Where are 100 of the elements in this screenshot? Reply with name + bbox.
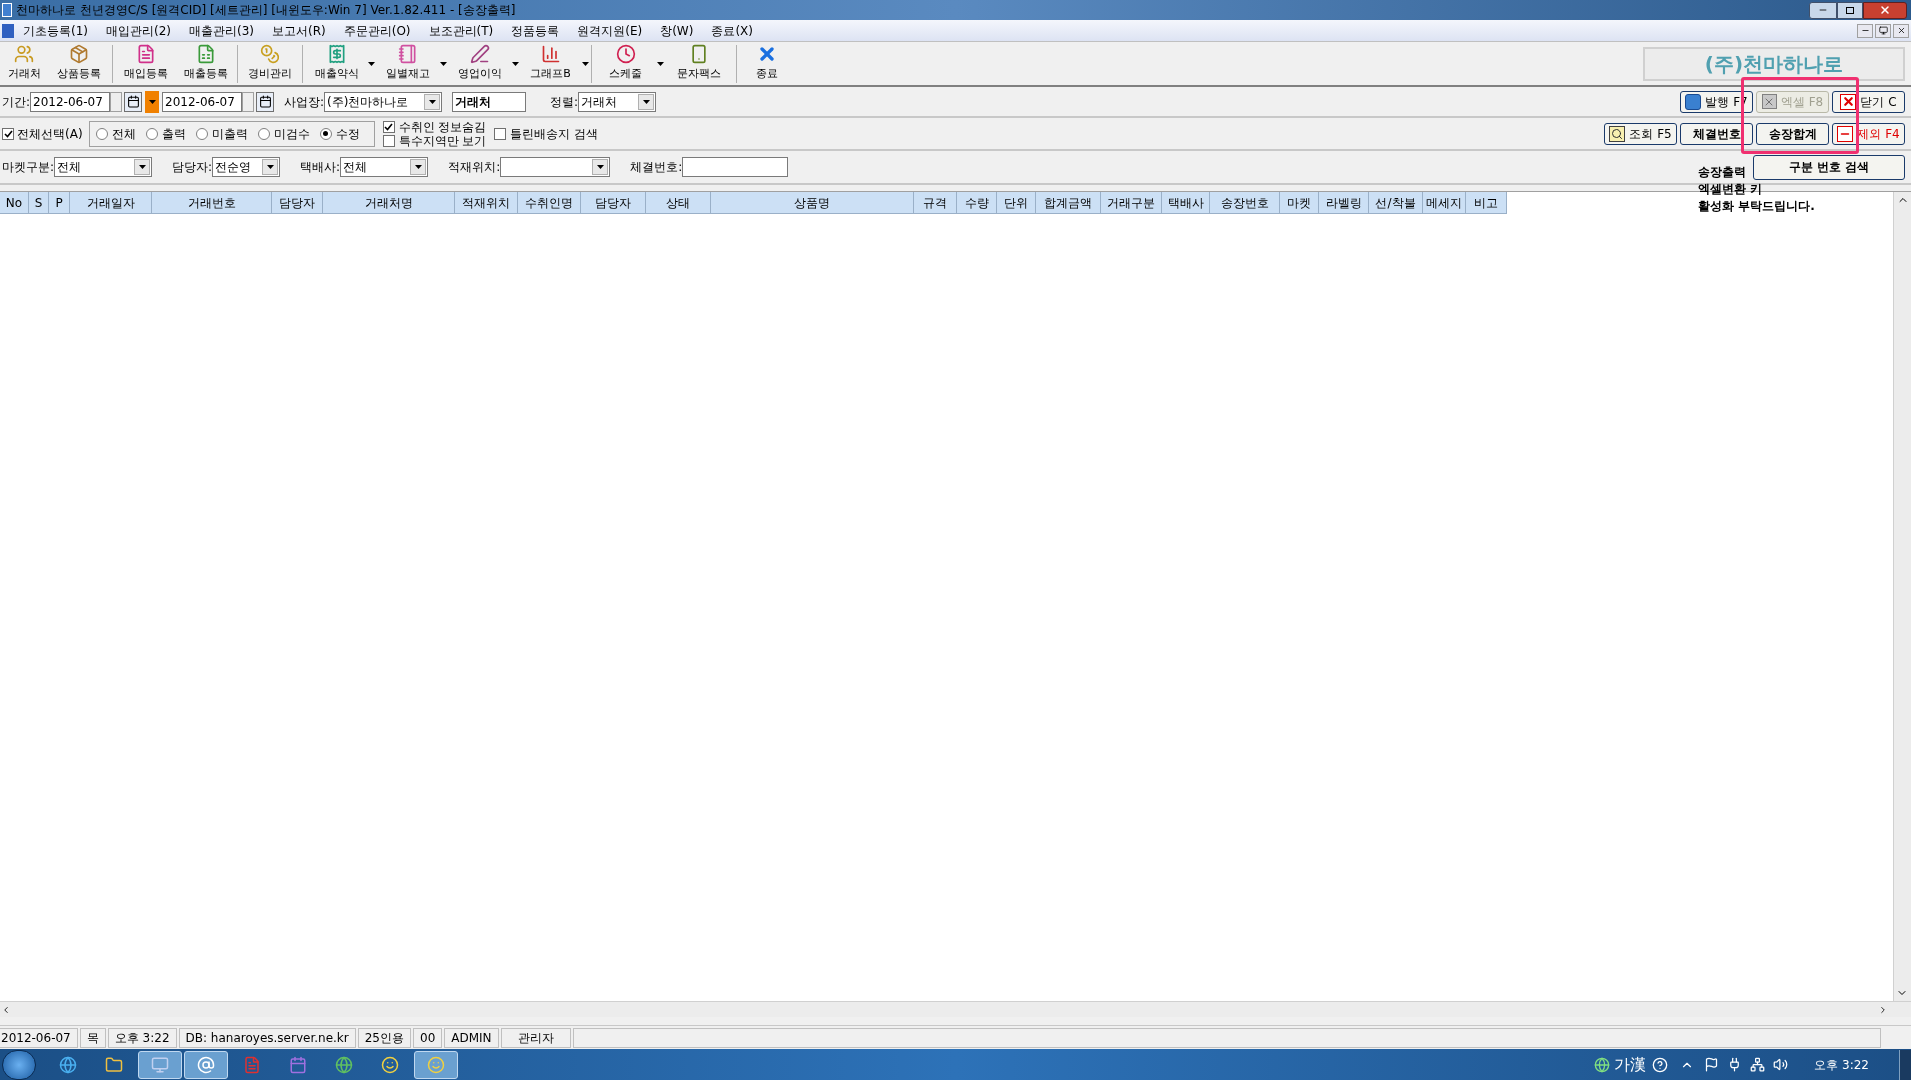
column-header[interactable]: 담당자 <box>581 192 646 214</box>
checkbox[interactable] <box>382 120 395 133</box>
app-menu-icon[interactable] <box>2 23 14 38</box>
radio-button[interactable] <box>145 127 158 140</box>
radio-button[interactable] <box>195 127 208 140</box>
menu-item[interactable]: 창(W) <box>651 21 703 40</box>
date-field[interactable]: 2012-06-07 <box>30 91 111 112</box>
taskbar-button[interactable] <box>414 1050 458 1079</box>
toolbar-button[interactable]: 닫기 C <box>1832 90 1905 113</box>
show-desktop-button[interactable] <box>1899 1049 1911 1080</box>
column-header[interactable]: 메세지 <box>1423 192 1466 214</box>
start-button[interactable] <box>2 1049 36 1080</box>
calendar-icon[interactable] <box>124 91 143 112</box>
radio-button[interactable] <box>319 127 332 140</box>
column-header[interactable]: 송장번호 <box>1210 192 1280 214</box>
column-header[interactable]: 합계금액 <box>1036 192 1101 214</box>
workplace-select[interactable]: (주)천마하나로 <box>324 91 443 112</box>
network-icon[interactable] <box>1750 1057 1766 1072</box>
search-button[interactable]: 구분 번호 검색 <box>1753 154 1905 180</box>
filter-select[interactable]: 전체 <box>340 157 429 177</box>
scroll-right-icon[interactable] <box>1878 1004 1888 1015</box>
column-header[interactable]: 선/착불 <box>1369 192 1423 214</box>
column-header[interactable]: 담당자 <box>272 192 323 214</box>
column-header[interactable]: 거래처명 <box>323 192 455 214</box>
column-header[interactable]: 수량 <box>957 192 997 214</box>
radio-button[interactable] <box>95 127 108 140</box>
toolbar-button[interactable]: 그래프B <box>519 41 589 86</box>
column-header[interactable]: 거래일자 <box>70 192 152 214</box>
vertical-scrollbar[interactable] <box>1893 192 1911 1001</box>
column-header[interactable]: 거래번호 <box>152 192 272 214</box>
column-header[interactable]: 비고 <box>1466 192 1507 214</box>
menu-item[interactable]: 종료(X) <box>702 21 762 40</box>
column-header[interactable]: 수취인명 <box>518 192 581 214</box>
calendar-icon[interactable] <box>256 91 275 112</box>
column-header[interactable]: 마켓 <box>1280 192 1319 214</box>
toolbar-button[interactable]: 조회 F5 <box>1604 122 1677 145</box>
child-close-button[interactable] <box>1893 23 1909 38</box>
ime-indicator[interactable]: 가漢 <box>1614 1052 1647 1077</box>
toolbar-button[interactable]: 영업이익 <box>447 41 519 86</box>
toolbar-button[interactable]: 종료 <box>739 41 795 86</box>
filter-select[interactable]: 전순영 <box>212 157 281 177</box>
child-restore-button[interactable] <box>1875 23 1891 38</box>
radio-label: 미출력 <box>211 125 248 143</box>
column-header[interactable]: No <box>0 192 29 214</box>
toolbar-button[interactable]: 일별재고 <box>375 41 447 86</box>
globe-icon[interactable] <box>1594 1056 1611 1073</box>
toolbar-button[interactable]: 경비관리 <box>240 41 300 86</box>
menu-item[interactable]: 보고서(R) <box>263 21 335 40</box>
child-minimize-button[interactable] <box>1857 23 1873 38</box>
filter-select[interactable]: 전체 <box>54 157 153 177</box>
select-all-checkbox[interactable] <box>2 127 14 140</box>
taskbar-button[interactable] <box>138 1050 182 1079</box>
checkbox[interactable] <box>382 134 395 147</box>
column-header[interactable]: 규격 <box>914 192 957 214</box>
column-header[interactable]: P <box>49 192 70 214</box>
column-header[interactable]: 단위 <box>997 192 1036 214</box>
scroll-left-icon[interactable] <box>1 1004 11 1015</box>
maximize-button[interactable] <box>1837 1 1863 19</box>
toolbar-button[interactable]: 스케줄 <box>594 41 664 86</box>
menu-item[interactable]: 매출관리(3) <box>180 21 263 40</box>
action-button[interactable]: 송장합계 <box>1756 122 1829 145</box>
minimize-button[interactable] <box>1809 1 1837 19</box>
toolbar-button[interactable]: 제외 F4 <box>1832 122 1905 145</box>
toolbar-button[interactable]: 상품등록 <box>48 41 110 86</box>
date-field[interactable]: 2012-06-07 <box>162 91 243 112</box>
menu-item[interactable]: 원격지원(E) <box>568 21 652 40</box>
toolbar-button[interactable]: 매출등록 <box>177 41 235 86</box>
action-button[interactable]: 체결번호 <box>1680 122 1753 145</box>
radio-button[interactable] <box>257 127 270 140</box>
taskbar-button[interactable] <box>184 1050 228 1079</box>
toolbar-button[interactable]: 매출약식 <box>305 41 375 86</box>
partner-field[interactable]: 거래처 <box>452 91 527 112</box>
column-header[interactable]: 상태 <box>646 192 711 214</box>
cube-icon <box>1685 93 1702 110</box>
toolbar-button[interactable]: 매입등록 <box>115 41 177 86</box>
column-header[interactable]: 라벨링 <box>1319 192 1369 214</box>
horizontal-scrollbar[interactable] <box>0 1001 1911 1017</box>
document-icon <box>136 44 156 65</box>
checkbox[interactable] <box>494 127 507 140</box>
column-header[interactable]: S <box>29 192 49 214</box>
toolbar-button[interactable]: 문자팩스 <box>664 41 734 86</box>
bar-chart-icon <box>540 44 561 65</box>
sort-select[interactable]: 거래처 <box>578 91 657 112</box>
help-icon[interactable] <box>1652 1056 1669 1073</box>
flag-icon[interactable] <box>1704 1057 1720 1072</box>
speaker-icon[interactable] <box>1773 1057 1789 1072</box>
column-header[interactable]: 적재위치 <box>455 192 518 214</box>
column-header[interactable]: 택배사 <box>1162 192 1210 214</box>
column-header[interactable]: 거래구분 <box>1101 192 1162 214</box>
menu-item[interactable]: 기초등록(1) <box>14 21 97 40</box>
toolbar-button[interactable]: 거래처 <box>0 41 48 86</box>
input-field[interactable] <box>682 157 789 177</box>
column-header[interactable]: 상품명 <box>711 192 914 214</box>
clock[interactable]: 오후 3:22 <box>1814 1055 1869 1074</box>
menu-item[interactable]: 보조관리(T) <box>419 21 503 40</box>
menu-item[interactable]: 매입관리(2) <box>97 21 180 40</box>
menu-item[interactable]: 정품등록 <box>502 21 569 40</box>
close-button[interactable] <box>1863 1 1907 19</box>
menu-item[interactable]: 주문관리(O) <box>334 21 420 40</box>
filter-select[interactable] <box>500 157 611 177</box>
